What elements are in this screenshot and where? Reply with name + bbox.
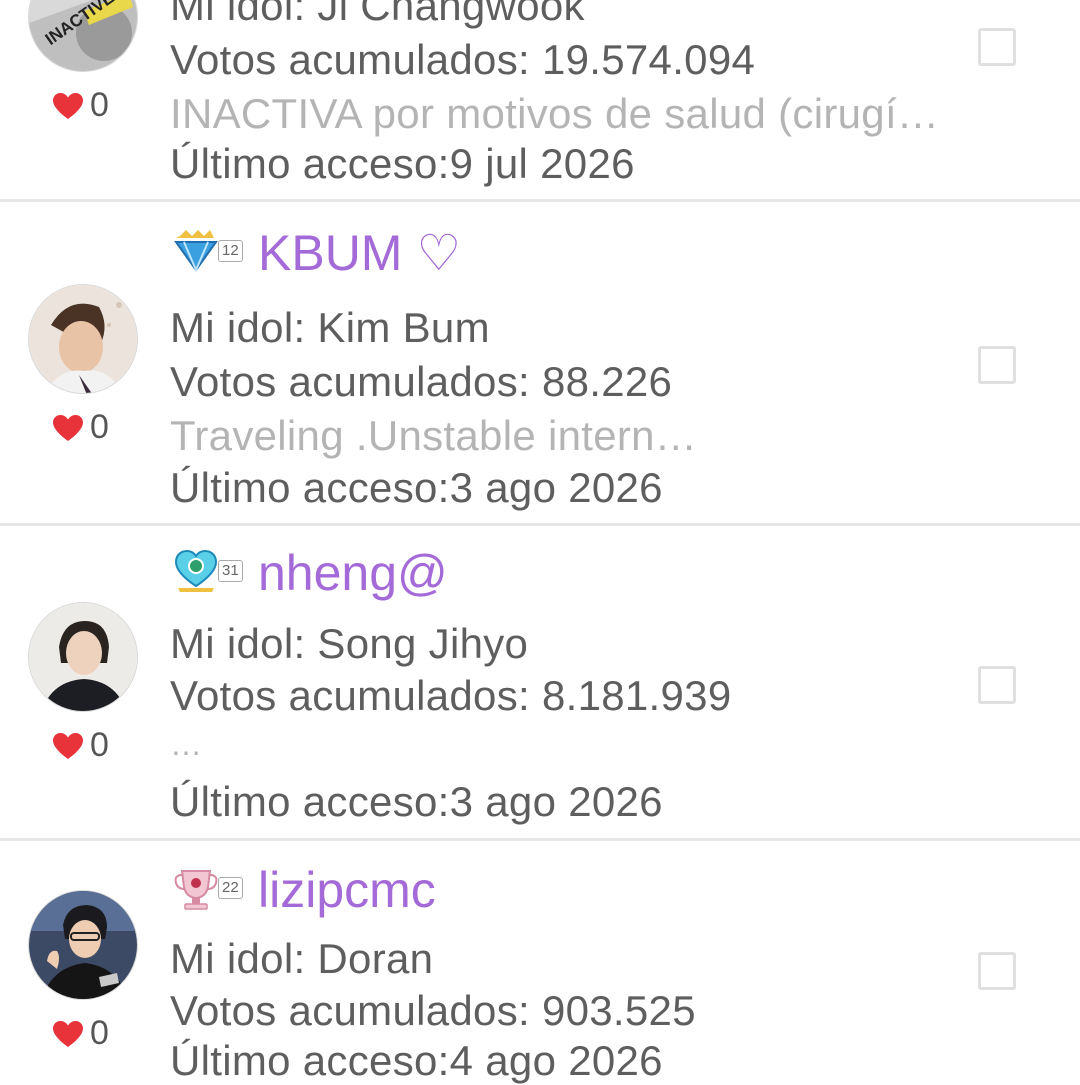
- like-count: 0: [90, 726, 109, 764]
- votes-text: Votos acumulados: 903.525: [170, 987, 696, 1034]
- select-checkbox[interactable]: [978, 952, 1016, 990]
- avatar[interactable]: INACTIVE: [28, 0, 138, 72]
- like-count: 0: [90, 1014, 109, 1052]
- user-name[interactable]: KBUM ♡: [258, 224, 461, 282]
- like-button[interactable]: 0: [52, 726, 109, 765]
- votes-text: Votos acumulados: 19.574.094: [170, 36, 756, 83]
- level-badge: 31: [172, 548, 243, 594]
- last-access-text: Último acceso:3 ago 2026: [170, 464, 663, 511]
- like-count: 0: [90, 408, 109, 446]
- status-text: …: [170, 726, 203, 762]
- diamond-badge-icon: [174, 230, 218, 273]
- avatar-image: [29, 891, 137, 999]
- list-item[interactable]: 12 KBUM ♡ 0 Mi idol: Kim Bum Votos acumu…: [0, 202, 1080, 524]
- status-text: Traveling .Unstable intern…: [170, 412, 698, 459]
- list-item[interactable]: INACTIVE 0 Mi idol: Ji Changwook Votos a…: [0, 0, 1080, 200]
- heart-crest-badge-icon: [174, 549, 218, 592]
- idol-text: Mi idol: Kim Bum: [170, 304, 490, 351]
- votes-text: Votos acumulados: 88.226: [170, 358, 673, 405]
- level-badge: 22: [172, 865, 243, 911]
- level-badge: 12: [172, 228, 243, 274]
- like-button[interactable]: 0: [52, 408, 109, 447]
- level-number: 12: [218, 240, 243, 262]
- heart-icon: [53, 732, 83, 759]
- heart-icon: [53, 92, 83, 119]
- user-name[interactable]: nheng@: [258, 544, 448, 602]
- last-access-text: Último acceso:3 ago 2026: [170, 778, 663, 825]
- idol-text: Mi idol: Doran: [170, 935, 434, 982]
- list-item[interactable]: 31 nheng@ 0 Mi idol: Song Jihyo Votos ac…: [0, 526, 1080, 838]
- avatar-image: INACTIVE: [29, 0, 137, 71]
- last-access-text: Último acceso:4 ago 2026: [170, 1037, 663, 1084]
- avatar[interactable]: [28, 890, 138, 1000]
- heart-icon: [53, 414, 83, 441]
- last-access-text: Último acceso:9 jul 2026: [170, 140, 635, 187]
- avatar-image: [29, 285, 137, 393]
- select-checkbox[interactable]: [978, 28, 1016, 66]
- avatar[interactable]: [28, 284, 138, 394]
- heart-icon: [53, 1020, 83, 1047]
- select-checkbox[interactable]: [978, 666, 1016, 704]
- user-name[interactable]: lizipcmc: [258, 861, 436, 919]
- level-number: 22: [218, 877, 243, 899]
- select-checkbox[interactable]: [978, 346, 1016, 384]
- avatar[interactable]: [28, 602, 138, 712]
- like-button[interactable]: 0: [52, 1014, 109, 1053]
- like-button[interactable]: 0: [52, 86, 109, 125]
- idol-text: Mi idol: Ji Changwook: [170, 0, 585, 29]
- idol-text: Mi idol: Song Jihyo: [170, 620, 529, 667]
- trophy-badge-icon: [174, 870, 218, 910]
- votes-text: Votos acumulados: 8.181.939: [170, 672, 732, 719]
- status-text: INACTIVA por motivos de salud (cirugí…: [170, 90, 940, 137]
- like-count: 0: [90, 86, 109, 124]
- list-item[interactable]: 22 lizipcmc 0 Mi idol: Doran Votos acumu…: [0, 841, 1080, 1084]
- avatar-image: [29, 603, 137, 711]
- level-number: 31: [218, 560, 243, 582]
